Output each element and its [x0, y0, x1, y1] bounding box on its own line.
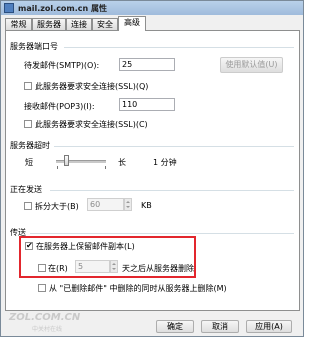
watermark-subtitle: 中关村在线: [32, 326, 63, 333]
timeout-heading: 服务器超时: [10, 141, 50, 150]
split-size-field[interactable]: 60: [87, 198, 124, 211]
split-label: 拆分大于(B): [35, 202, 79, 211]
sending-heading: 正在发送: [10, 185, 42, 194]
split-size-spinner[interactable]: [124, 198, 132, 211]
server-ports-heading: 服务器端口号: [10, 42, 58, 51]
slider-thumb[interactable]: [64, 155, 69, 166]
timeout-slider[interactable]: [56, 155, 106, 169]
tab-advanced[interactable]: 高级: [118, 16, 146, 31]
divider: [64, 47, 294, 48]
divider: [50, 190, 294, 191]
remove-after-days-field[interactable]: 5: [75, 260, 110, 273]
timeout-value: 1 分钟: [153, 158, 177, 167]
remove-when-deleted-checkbox[interactable]: [38, 284, 46, 292]
tab-servers[interactable]: 服务器: [32, 18, 66, 30]
slider-tick: [57, 166, 58, 169]
advanced-panel: 服务器端口号 待发邮件(SMTP)(O): 25 使用默认值(U) 此服务器要求…: [5, 30, 300, 311]
split-unit: KB: [141, 201, 152, 210]
pop3-ssl-checkbox[interactable]: [24, 120, 32, 128]
pop3-ssl-label: 此服务器要求安全连接(SSL)(C): [35, 120, 148, 129]
slider-tick: [105, 166, 106, 169]
split-checkbox[interactable]: [24, 202, 32, 210]
remove-after-label: 在(R): [48, 264, 68, 273]
leave-copy-label: 在服务器上保留邮件副本(L): [36, 242, 135, 251]
title-bar[interactable]: mail.zol.com.cn 属性: [1, 1, 303, 15]
divider: [54, 146, 294, 147]
remove-after-suffix: 天之后从服务器删除: [122, 264, 194, 273]
smtp-ssl-checkbox[interactable]: [24, 82, 32, 90]
pop3-port-field[interactable]: 110: [119, 98, 175, 111]
tab-general[interactable]: 常规: [5, 18, 32, 30]
properties-dialog: mail.zol.com.cn 属性 常规 服务器 连接 安全 高级 服务器端口…: [0, 0, 304, 337]
pop3-label: 接收邮件(POP3)(I):: [24, 102, 95, 111]
smtp-label: 待发邮件(SMTP)(O):: [24, 61, 100, 70]
ok-button[interactable]: 确定: [156, 320, 194, 333]
timeout-long-label: 长: [118, 158, 126, 167]
tab-connection[interactable]: 连接: [66, 18, 92, 30]
timeout-short-label: 短: [25, 158, 33, 167]
window-title: mail.zol.com.cn 属性: [18, 4, 108, 13]
smtp-port-field[interactable]: 25: [119, 58, 175, 71]
remove-after-spinner[interactable]: [110, 260, 118, 273]
divider: [30, 233, 294, 234]
watermark-logo: ZOL.COM.CN: [9, 312, 81, 323]
cancel-button[interactable]: 取消: [201, 320, 239, 333]
remove-after-checkbox[interactable]: [38, 264, 46, 272]
apply-button[interactable]: 应用(A): [246, 320, 292, 333]
leave-copy-checkbox[interactable]: ✔: [25, 242, 33, 250]
account-icon: [4, 3, 14, 13]
remove-when-deleted-label: 从 "已删除邮件" 中删除的同时从服务器上删除(M): [49, 284, 227, 293]
tab-security[interactable]: 安全: [92, 18, 118, 30]
smtp-ssl-label: 此服务器要求安全连接(SSL)(Q): [35, 82, 149, 91]
use-defaults-button[interactable]: 使用默认值(U): [220, 57, 283, 73]
